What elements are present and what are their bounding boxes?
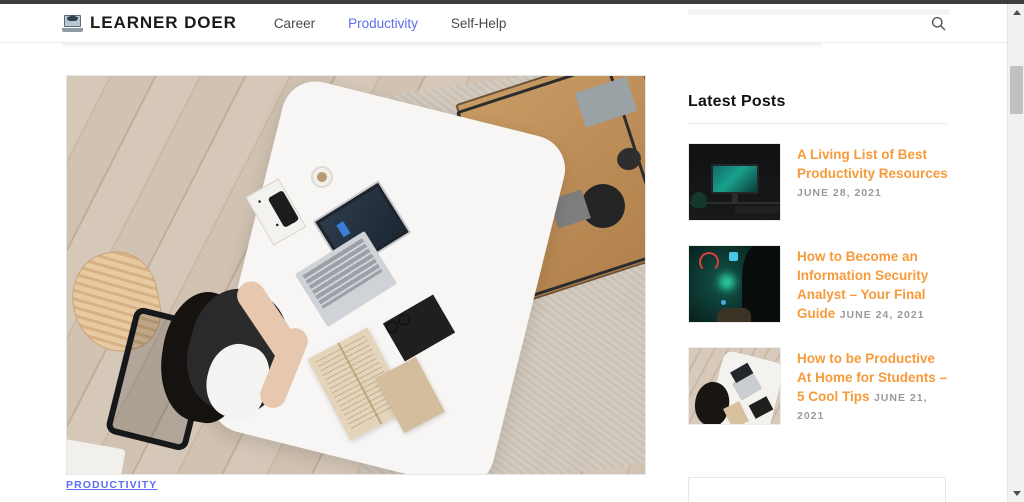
hero-image-artwork	[67, 76, 645, 474]
post-thumbnail	[688, 143, 781, 221]
main-navigation: Career Productivity Self-Help	[274, 16, 507, 31]
browser-viewport: LEARNER DOER Career Productivity Self-He…	[0, 0, 1024, 502]
laptop-graduation-icon	[62, 14, 83, 32]
sidebar-widget-title: Latest Posts	[688, 93, 786, 110]
post-meta: How to be Productive At Home for Student…	[797, 347, 950, 425]
post-meta: A Living List of Best Productivity Resou…	[797, 143, 950, 221]
latest-posts-list: A Living List of Best Productivity Resou…	[688, 143, 950, 449]
nav-item-career[interactable]: Career	[274, 16, 315, 31]
header-shadow	[62, 43, 822, 48]
sidebar-divider	[688, 123, 946, 124]
article-category-link[interactable]: PRODUCTIVITY	[66, 479, 157, 491]
sidebar-ad-placeholder	[688, 477, 946, 502]
post-title: A Living List of Best Productivity Resou…	[797, 147, 948, 181]
brand-name: LEARNER DOER	[90, 13, 237, 32]
article-column: PRODUCTIVITY	[66, 75, 646, 493]
hero-image[interactable]	[66, 75, 646, 475]
scrollbar-thumb[interactable]	[1010, 66, 1023, 114]
content-area: PRODUCTIVITY Latest Posts A Living List …	[0, 9, 1007, 502]
list-item[interactable]: How to be Productive At Home for Student…	[688, 347, 950, 425]
sidebar-widget-above-fold	[688, 9, 950, 15]
post-thumbnail	[688, 245, 781, 323]
post-date: JUNE 28, 2021	[797, 187, 882, 199]
nav-item-self-help[interactable]: Self-Help	[451, 16, 507, 31]
page-scrollbar[interactable]	[1007, 4, 1024, 502]
search-icon	[931, 16, 945, 30]
site-logo[interactable]: LEARNER DOER	[62, 13, 237, 33]
scroll-down-arrow-icon[interactable]	[1008, 485, 1024, 502]
post-meta: How to Become an Information Security An…	[797, 245, 950, 323]
list-item[interactable]: A Living List of Best Productivity Resou…	[688, 143, 950, 221]
page-body: LEARNER DOER Career Productivity Self-He…	[0, 4, 1007, 502]
list-item[interactable]: How to Become an Information Security An…	[688, 245, 950, 323]
post-thumbnail	[688, 347, 781, 425]
post-date: JUNE 24, 2021	[839, 309, 925, 321]
nav-item-productivity[interactable]: Productivity	[348, 16, 418, 31]
search-button[interactable]	[927, 12, 949, 34]
scroll-up-arrow-icon[interactable]	[1008, 4, 1024, 21]
